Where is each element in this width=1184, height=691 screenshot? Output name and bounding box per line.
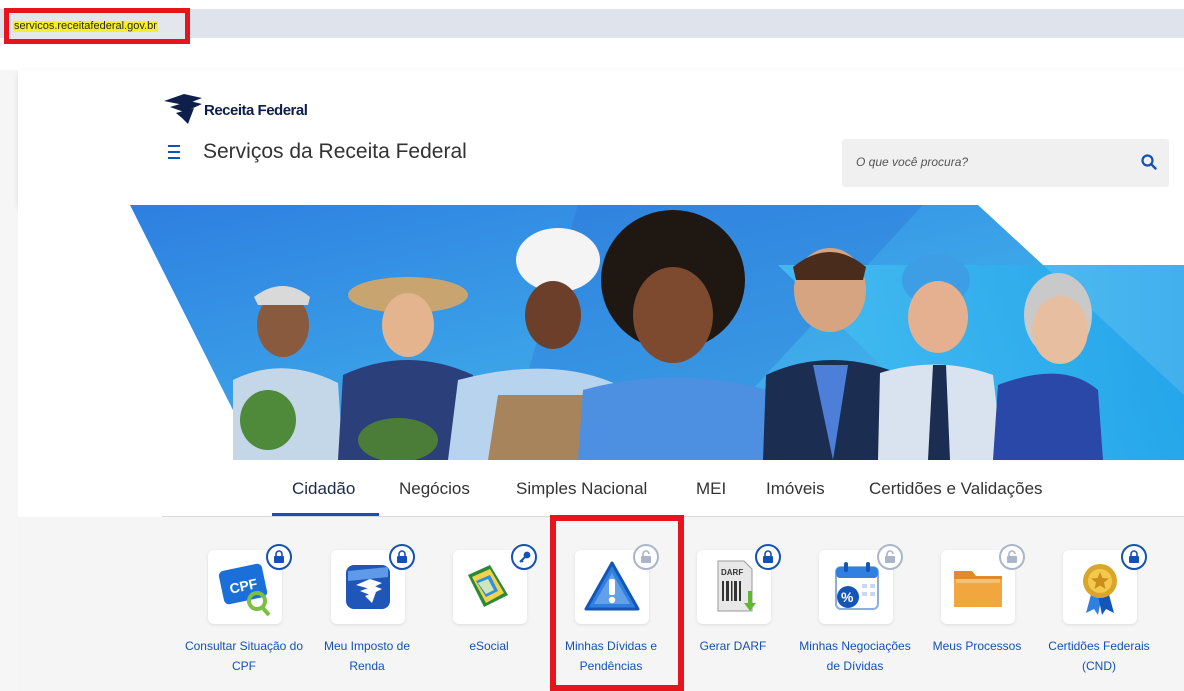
search-box[interactable] — [842, 139, 1169, 187]
service-minhas-dividas[interactable]: Minhas Dívidas e Pendências — [549, 517, 673, 691]
service-gerar-darf[interactable]: DARF Gerar DARF — [671, 517, 795, 691]
service-label: eSocial — [469, 639, 509, 653]
service-consultar-cpf[interactable]: CPF Consultar Situação do CPF — [182, 517, 306, 691]
service-label: Minhas Dívidas e Pendências — [564, 639, 658, 673]
service-meu-imposto-renda[interactable]: Meu Imposto de Renda — [305, 517, 429, 691]
service-meus-processos[interactable]: Meus Processos — [915, 517, 1039, 691]
service-certidoes-federais[interactable]: Certidões Federais (CND) — [1037, 517, 1161, 691]
lock-icon — [755, 544, 781, 570]
tab-cidadao[interactable]: Cidadão — [292, 479, 355, 499]
service-label: Consultar Situação do CPF — [184, 639, 304, 673]
service-label: Meu Imposto de Renda — [323, 639, 411, 673]
svg-text:%: % — [841, 589, 854, 605]
tab-mei[interactable]: MEI — [696, 479, 726, 499]
active-tab-indicator — [272, 513, 379, 516]
lock-icon — [1121, 544, 1147, 570]
key-icon — [511, 544, 537, 570]
svg-text:DARF: DARF — [721, 568, 743, 577]
hero-banner-image — [18, 205, 1184, 460]
page-left-gutter — [0, 70, 18, 691]
unlocked-icon — [877, 544, 903, 570]
eagle-logo-icon — [164, 94, 202, 124]
service-minhas-negociacoes[interactable]: % Minhas Negociações de Dívidas — [793, 517, 917, 691]
search-input[interactable] — [856, 155, 1116, 169]
search-icon[interactable] — [1140, 153, 1158, 171]
tab-certidoes-validacoes[interactable]: Certidões e Validações — [869, 479, 1043, 499]
tab-simples-nacional[interactable]: Simples Nacional — [516, 479, 647, 499]
service-label: Meus Processos — [932, 639, 1022, 653]
service-label: Gerar DARF — [699, 639, 767, 653]
tab-negocios[interactable]: Negócios — [399, 479, 470, 499]
service-esocial[interactable]: eSocial — [427, 517, 551, 691]
unlocked-icon — [999, 544, 1025, 570]
tab-imoveis[interactable]: Imóveis — [766, 479, 825, 499]
unlocked-icon — [633, 544, 659, 570]
service-label: Certidões Federais (CND) — [1048, 639, 1150, 673]
logo-text: Receita Federal — [204, 102, 308, 119]
lock-icon — [266, 544, 292, 570]
hamburger-menu-icon[interactable] — [168, 141, 182, 163]
page-title: Serviços da Receita Federal — [203, 140, 467, 163]
service-label: Minhas Negociações de Dívidas — [799, 639, 911, 673]
url-text[interactable]: servicos.receitafederal.gov.br — [13, 21, 158, 32]
url-highlight-box: servicos.receitafederal.gov.br — [4, 8, 190, 44]
lock-icon — [389, 544, 415, 570]
receita-federal-logo[interactable]: Receita Federal — [162, 90, 322, 126]
